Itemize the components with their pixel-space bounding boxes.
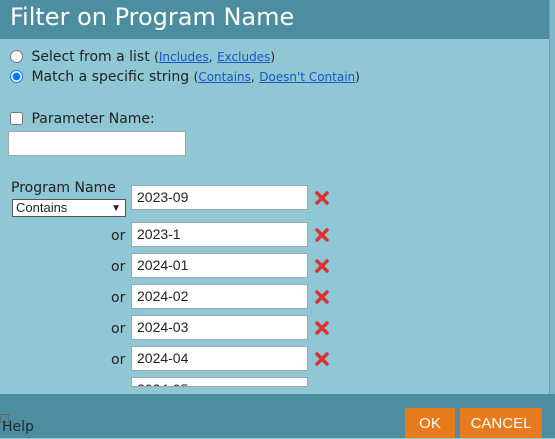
scrollbar[interactable] <box>549 0 555 394</box>
help-link[interactable]: Help <box>2 419 34 435</box>
ok-button[interactable]: OK <box>405 408 455 438</box>
operator-value: Contains <box>16 200 68 215</box>
value-input[interactable]: 2024-03 <box>131 315 308 340</box>
parameter-label: Parameter Name: <box>31 111 155 127</box>
doesnt-contain-link[interactable]: Doesn't Contain <box>259 70 355 84</box>
cancel-button[interactable]: CANCEL <box>460 408 542 438</box>
value-input[interactable]: 2023-09 <box>131 185 308 210</box>
red-x-icon[interactable] <box>314 258 330 274</box>
parameter-checkbox[interactable] <box>10 112 23 125</box>
red-x-icon[interactable] <box>314 190 330 206</box>
or-label: or <box>111 259 126 275</box>
or-label: or <box>111 228 126 244</box>
separator: , <box>250 70 255 84</box>
red-x-icon[interactable] <box>314 351 330 367</box>
value-input[interactable]: 2024-05 <box>131 377 308 387</box>
red-x-icon[interactable] <box>314 227 330 243</box>
value-input[interactable]: 2024-04 <box>131 346 308 371</box>
option-match-string[interactable]: Match a specific string (Contains, Doesn… <box>10 69 360 85</box>
paren-close: ) <box>270 50 276 64</box>
title-bar: Filter on Program Name <box>0 0 549 39</box>
parameter-name-input[interactable] <box>8 131 186 156</box>
chevron-down-icon: ▼ <box>111 203 121 214</box>
or-label: or <box>111 321 126 337</box>
or-label: or <box>111 352 126 368</box>
radio-select-list[interactable] <box>10 50 23 63</box>
contains-link[interactable]: Contains <box>198 70 251 84</box>
red-x-icon[interactable] <box>314 320 330 336</box>
includes-link[interactable]: Includes <box>159 50 209 64</box>
excludes-link[interactable]: Excludes <box>217 50 270 64</box>
option-match-string-label: Match a specific string <box>31 69 190 85</box>
red-x-icon[interactable] <box>314 289 330 305</box>
parameter-row: Parameter Name: <box>10 111 155 127</box>
option-select-list[interactable]: Select from a list (Includes, Excludes) <box>10 49 275 65</box>
value-input[interactable]: 2024-01 <box>131 253 308 278</box>
dialog-title: Filter on Program Name <box>10 3 295 31</box>
radio-match-string[interactable] <box>10 70 23 83</box>
or-label: or <box>111 290 126 306</box>
operator-select[interactable]: Contains ▼ <box>12 199 126 217</box>
option-select-list-label: Select from a list <box>31 49 150 65</box>
paren-close: ) <box>355 70 360 84</box>
separator: , <box>208 50 213 64</box>
field-label: Program Name <box>11 180 116 196</box>
value-input[interactable]: 2024-02 <box>131 284 308 309</box>
value-input[interactable]: 2023-1 <box>131 222 308 247</box>
